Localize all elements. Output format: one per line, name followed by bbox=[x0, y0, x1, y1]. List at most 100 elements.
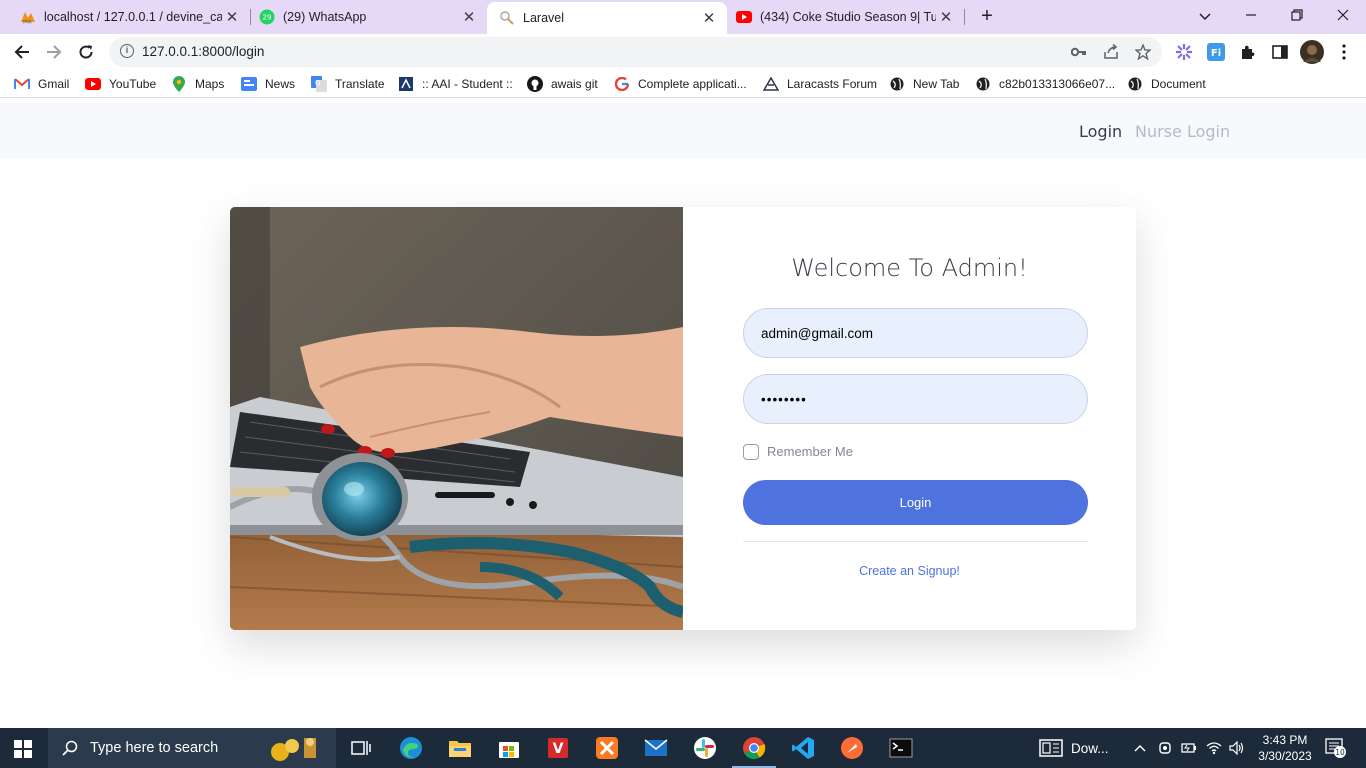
slack-icon[interactable] bbox=[691, 734, 719, 762]
bookmark-document[interactable]: Document bbox=[1127, 75, 1206, 93]
search-icon bbox=[62, 740, 78, 756]
notifications-icon[interactable]: 10 bbox=[1325, 728, 1347, 768]
taskbar-search-box[interactable]: Type here to search bbox=[48, 728, 336, 768]
laracasts-icon bbox=[763, 76, 779, 92]
translate-icon: G bbox=[311, 76, 327, 92]
bookmark-aai[interactable]: :: AAI - Student :: bbox=[398, 75, 513, 93]
bookmark-label: Translate bbox=[335, 77, 385, 91]
downloads-label: Dow... bbox=[1071, 740, 1109, 756]
show-hidden-icons-icon[interactable] bbox=[1134, 728, 1146, 768]
gmail-icon bbox=[14, 76, 30, 92]
globe-icon bbox=[889, 76, 905, 92]
remember-me-label: Remember Me bbox=[767, 444, 853, 459]
reload-icon[interactable] bbox=[73, 39, 99, 65]
tab-phpmyadmin[interactable]: PMA localhost / 127.0.0.1 / devine_car ✕ bbox=[0, 0, 250, 34]
meet-now-icon[interactable] bbox=[1158, 728, 1172, 768]
whatsapp-icon: 29 bbox=[259, 9, 275, 25]
login-card: Welcome To Admin! admin@gmail.com ••••••… bbox=[230, 207, 1136, 630]
bookmark-star-icon[interactable] bbox=[1134, 43, 1152, 61]
back-icon[interactable] bbox=[9, 39, 35, 65]
bookmark-maps[interactable]: Maps bbox=[171, 75, 224, 93]
share-icon[interactable] bbox=[1102, 43, 1120, 61]
close-icon[interactable]: ✕ bbox=[459, 8, 479, 26]
tab-search-icon[interactable] bbox=[1193, 5, 1217, 27]
system-clock[interactable]: 3:43 PM 3/30/2023 bbox=[1254, 732, 1316, 764]
winrar-vlc-icon[interactable]: V bbox=[544, 734, 572, 762]
edge-icon[interactable] bbox=[397, 734, 425, 762]
bookmark-awais-git[interactable]: awais git bbox=[527, 75, 598, 93]
file-explorer-icon[interactable] bbox=[446, 734, 474, 762]
svg-text:Fi: Fi bbox=[1211, 48, 1221, 59]
bookmarks-bar: Gmail YouTube Maps News G Translate :: A… bbox=[0, 70, 1366, 98]
bookmark-complete-application[interactable]: Complete applicati... bbox=[614, 75, 747, 93]
github-icon bbox=[527, 76, 543, 92]
close-icon[interactable]: ✕ bbox=[936, 8, 956, 26]
bookmark-gmail[interactable]: Gmail bbox=[14, 75, 69, 93]
news-widget-icon bbox=[1039, 739, 1063, 757]
restore-icon[interactable] bbox=[1285, 5, 1309, 27]
bookmark-new-tab[interactable]: New Tab bbox=[889, 75, 959, 93]
tab-youtube[interactable]: (434) Coke Studio Season 9| Tu K ✕ bbox=[716, 0, 964, 34]
tab-whatsapp[interactable]: 29 (29) WhatsApp ✕ bbox=[239, 0, 487, 34]
divider bbox=[743, 541, 1088, 542]
bookmark-translate[interactable]: G Translate bbox=[311, 75, 385, 93]
forward-icon[interactable] bbox=[41, 39, 67, 65]
windows-taskbar: Type here to search V Dow... 3:43 PM 3/3… bbox=[0, 728, 1366, 768]
clock-time: 3:43 PM bbox=[1262, 733, 1308, 747]
site-navbar: Login Nurse Login bbox=[0, 103, 1366, 159]
password-field[interactable]: •••••••• bbox=[743, 374, 1088, 424]
site-info-icon[interactable]: i bbox=[120, 44, 134, 58]
downloads-taskbar-item[interactable]: Dow... bbox=[1039, 728, 1109, 768]
microsoft-store-icon[interactable] bbox=[495, 734, 523, 762]
close-window-icon[interactable] bbox=[1331, 5, 1355, 27]
minimize-icon[interactable] bbox=[1239, 5, 1263, 27]
create-signup-link[interactable]: Create an Signup! bbox=[683, 564, 1136, 578]
extensions-puzzle-icon[interactable] bbox=[1238, 42, 1258, 62]
bookmark-c82b[interactable]: c82b013313066e07... bbox=[975, 75, 1115, 93]
windows-start-icon[interactable] bbox=[14, 740, 32, 763]
email-field[interactable]: admin@gmail.com bbox=[743, 308, 1088, 358]
tab-separator bbox=[964, 9, 965, 25]
tab-laravel[interactable]: Laravel ✕ bbox=[487, 2, 727, 34]
extension-flower-icon[interactable] bbox=[1174, 42, 1194, 62]
bookmark-laracasts[interactable]: Laracasts Forum bbox=[763, 75, 877, 93]
remember-me-checkbox[interactable] bbox=[743, 444, 759, 460]
youtube-icon bbox=[736, 9, 752, 25]
search-placeholder: Type here to search bbox=[90, 740, 219, 756]
mail-icon[interactable] bbox=[642, 734, 670, 762]
bookmark-label: New Tab bbox=[913, 77, 960, 91]
extension-fi-icon[interactable]: Fi bbox=[1206, 42, 1226, 62]
postman-icon[interactable] bbox=[838, 734, 866, 762]
nav-login-link[interactable]: Login bbox=[1079, 122, 1122, 141]
nav-nurse-login-link[interactable]: Nurse Login bbox=[1135, 122, 1230, 141]
bookmark-label: c82b013313066e07... bbox=[999, 77, 1116, 91]
profile-avatar[interactable] bbox=[1300, 40, 1324, 64]
address-bar[interactable]: i 127.0.0.1:8000/login bbox=[109, 37, 1162, 67]
svg-text:G: G bbox=[315, 79, 320, 87]
new-tab-icon[interactable]: + bbox=[976, 5, 998, 27]
vscode-icon[interactable] bbox=[789, 734, 817, 762]
news-icon bbox=[241, 76, 257, 92]
xampp-icon[interactable] bbox=[593, 734, 621, 762]
google-icon bbox=[614, 76, 630, 92]
task-view-icon[interactable] bbox=[347, 734, 375, 762]
url-text[interactable]: 127.0.0.1:8000/login bbox=[142, 44, 264, 59]
globe-icon bbox=[1127, 76, 1143, 92]
wifi-icon[interactable] bbox=[1206, 728, 1222, 768]
bookmark-label: YouTube bbox=[109, 77, 157, 91]
battery-icon[interactable] bbox=[1181, 728, 1197, 768]
menu-kebab-icon[interactable] bbox=[1334, 42, 1354, 62]
maps-icon bbox=[171, 76, 187, 92]
bookmark-news[interactable]: News bbox=[241, 75, 295, 93]
chrome-icon[interactable] bbox=[732, 734, 776, 768]
login-photo-laptop-stethoscope bbox=[230, 207, 685, 630]
volume-icon[interactable] bbox=[1229, 728, 1245, 768]
youtube-icon bbox=[85, 76, 101, 92]
terminal-icon[interactable] bbox=[887, 734, 915, 762]
bookmark-youtube[interactable]: YouTube bbox=[85, 75, 156, 93]
key-icon[interactable] bbox=[1070, 43, 1088, 61]
login-button[interactable]: Login bbox=[743, 480, 1088, 525]
side-panel-icon[interactable] bbox=[1270, 42, 1290, 62]
bookmark-label: :: AAI - Student :: bbox=[422, 77, 513, 91]
svg-text:PMA: PMA bbox=[23, 20, 32, 25]
